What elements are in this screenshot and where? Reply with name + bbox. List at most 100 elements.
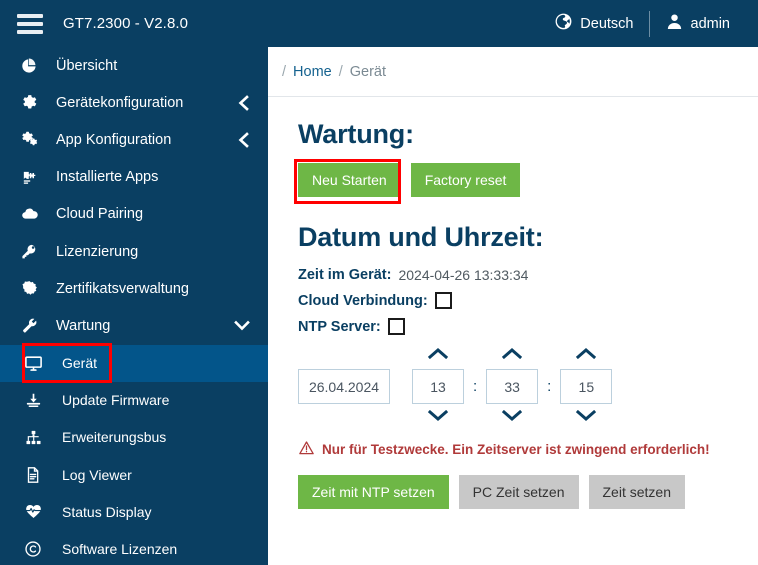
content-pane: Wartung: Neu Starten Factory reset Datum…: [268, 97, 758, 509]
top-header-right: Deutsch admin: [542, 10, 743, 37]
chevron-down-icon[interactable]: [502, 409, 523, 426]
seconds-spinner: [560, 347, 613, 426]
seconds-input[interactable]: [560, 369, 613, 404]
sidebar-item-label: Update Firmware: [62, 392, 170, 409]
puzzle-plug-icon: [16, 169, 42, 186]
sidebar-item-update-firmware[interactable]: Update Firmware: [0, 382, 268, 419]
sidebar-item-erweiterungsbus[interactable]: Erweiterungsbus: [0, 419, 268, 456]
hours-input[interactable]: [412, 369, 464, 404]
breadcrumb-separator-1: /: [282, 63, 287, 80]
sidebar-item-zertifikatsverwaltung[interactable]: Zertifikatsverwaltung: [0, 270, 268, 307]
sidebar-item-status-display[interactable]: Status Display: [0, 493, 268, 530]
ntp-server-row: NTP Server:: [298, 318, 758, 335]
sidebar-item-label: Status Display: [62, 503, 152, 520]
datetime-heading: Datum und Uhrzeit:: [298, 222, 544, 252]
cloud-connection-label: Cloud Verbindung:: [298, 292, 428, 309]
sidebar-item-list: Übersicht Gerätekonfiguration App Konfigur…: [0, 47, 268, 565]
file-text-icon: [20, 466, 46, 484]
sidebar-item-label: Zertifikatsverwaltung: [56, 280, 189, 297]
factory-reset-button[interactable]: Factory reset: [410, 163, 521, 197]
time-separator-1: :: [473, 378, 478, 395]
cloud-connection-row: Cloud Verbindung:: [298, 292, 758, 309]
user-label: admin: [690, 15, 731, 32]
time-spinners: : :: [412, 347, 613, 426]
sidebar-item-label: Cloud Pairing: [56, 206, 144, 223]
warning-triangle-icon: [298, 440, 315, 459]
sidebar-item-label: Gerätekonfiguration: [56, 94, 184, 111]
breadcrumb-separator-2: /: [338, 63, 343, 80]
sidebar-item-label: Log Viewer: [62, 466, 132, 483]
sidebar-item-cloud-pairing[interactable]: Cloud Pairing: [0, 196, 268, 233]
user-menu[interactable]: admin: [653, 12, 743, 35]
app-title: GT7.2300 - V2.8.0: [63, 15, 189, 32]
cloud-icon: [16, 206, 42, 223]
time-separator-2: :: [547, 378, 552, 395]
sidebar-item-geratekonfiguration[interactable]: Gerätekonfiguration: [0, 84, 268, 121]
device-time-value: 2024-04-26 13:33:34: [398, 267, 529, 283]
language-selector[interactable]: Deutsch: [542, 12, 645, 35]
restart-button[interactable]: Neu Starten: [298, 163, 401, 197]
hamburger-menu-icon[interactable]: [17, 13, 43, 34]
monitor-icon: [20, 354, 46, 373]
breadcrumb-current: Gerät: [349, 63, 387, 80]
language-label: Deutsch: [580, 15, 634, 32]
ntp-server-label: NTP Server:: [298, 318, 381, 335]
maintenance-heading: Wartung:: [298, 119, 414, 149]
sidebar-item-label: Erweiterungsbus: [62, 429, 167, 446]
device-time-row: Zeit im Gerät: 2024-04-26 13:33:34: [298, 267, 758, 283]
set-pc-time-button[interactable]: PC Zeit setzen: [458, 475, 579, 509]
chevron-down-icon[interactable]: [234, 319, 250, 332]
maintenance-button-row: Neu Starten Factory reset: [294, 159, 758, 204]
wrench-icon: [16, 317, 42, 334]
breadcrumb-home-link[interactable]: Home: [293, 64, 332, 80]
sidebar-item-gerat[interactable]: Gerät: [0, 344, 268, 382]
heartbeat-icon: [20, 503, 46, 520]
sidebar-item-wartung[interactable]: Wartung: [0, 307, 268, 344]
gear-icon: [16, 94, 42, 111]
header-divider: [648, 10, 650, 37]
top-header-bar: GT7.2300 - V2.8.0 Deutsch admin: [0, 0, 758, 47]
certificate-icon: [16, 280, 42, 297]
minutes-input[interactable]: [486, 369, 539, 404]
chevron-left-icon[interactable]: [237, 94, 250, 111]
sidebar-item-label: Installierte Apps: [56, 169, 159, 186]
hours-spinner: [412, 347, 464, 426]
chevron-left-icon[interactable]: [237, 132, 250, 148]
copyright-icon: [20, 540, 46, 558]
warning-text: Nur für Testzwecke. Ein Zeitserver ist z…: [322, 442, 710, 457]
sidebar-item-label: Lizenzierung: [56, 243, 139, 260]
cloud-connection-checkbox[interactable]: [434, 292, 452, 309]
time-action-button-row: Zeit mit NTP setzen PC Zeit setzen Zeit …: [298, 475, 758, 509]
sidebar-item-app-konfiguration[interactable]: App Konfiguration: [0, 121, 268, 158]
date-input[interactable]: 26.04.2024: [298, 369, 390, 404]
sidebar-item-installierte-apps[interactable]: Installierte Apps: [0, 159, 268, 196]
application-window: GT7.2300 - V2.8.0 Deutsch admin Übersich…: [0, 0, 758, 565]
chevron-up-icon[interactable]: [576, 347, 597, 363]
user-icon: [665, 12, 684, 35]
minutes-spinner: [486, 347, 539, 426]
device-time-label: Zeit im Gerät:: [298, 267, 392, 283]
key-icon: [16, 243, 42, 260]
breadcrumb: / Home / Gerät: [268, 47, 758, 97]
chevron-down-icon[interactable]: [576, 409, 597, 426]
globe-icon: [554, 12, 573, 35]
sidebar-item-label: Software Lizenzen: [62, 541, 178, 558]
sidebar-item-log-viewer[interactable]: Log Viewer: [0, 456, 268, 493]
sitemap-icon: [20, 429, 46, 446]
chevron-up-icon[interactable]: [502, 347, 523, 363]
sidebar-item-software-lizenzen[interactable]: Software Lizenzen: [0, 530, 268, 565]
chevron-up-icon[interactable]: [427, 347, 449, 363]
sidebar-navigation: Übersicht Gerätekonfiguration App Konfigur…: [0, 47, 268, 565]
ntp-server-checkbox[interactable]: [387, 318, 405, 335]
download-icon: [20, 392, 46, 409]
gears-icon: [16, 131, 42, 148]
sidebar-item-ubersicht[interactable]: Übersicht: [0, 47, 268, 84]
sidebar-item-label: App Konfiguration: [56, 131, 172, 148]
sidebar-item-label: Gerät: [62, 355, 98, 372]
main-content: / Home / Gerät Wartung: Neu Starten Fact…: [268, 47, 758, 565]
set-time-with-ntp-button[interactable]: Zeit mit NTP setzen: [298, 475, 449, 509]
time-warning-message: Nur für Testzwecke. Ein Zeitserver ist z…: [298, 440, 758, 459]
set-time-button[interactable]: Zeit setzen: [588, 475, 685, 509]
sidebar-item-lizenzierung[interactable]: Lizenzierung: [0, 233, 268, 270]
chevron-down-icon[interactable]: [427, 409, 449, 426]
